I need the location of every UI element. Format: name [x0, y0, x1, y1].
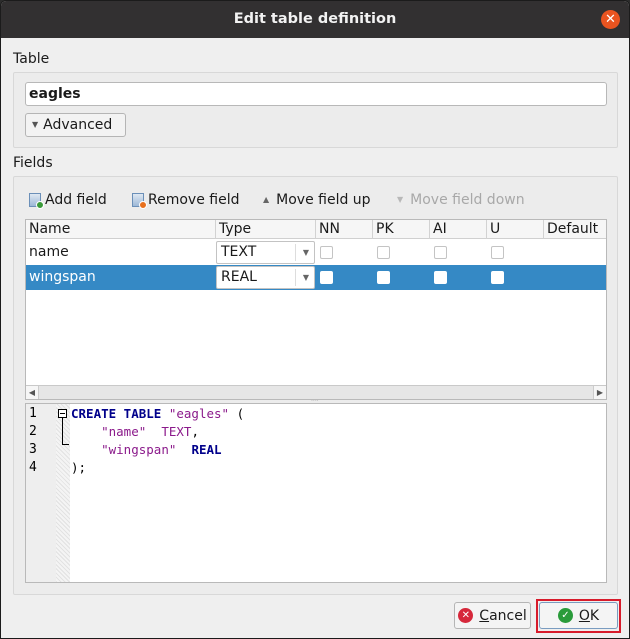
field-type-select[interactable]: REAL ▼ [216, 266, 315, 289]
ai-checkbox[interactable] [434, 246, 447, 259]
horizontal-scrollbar[interactable]: ◀ ▶ [26, 385, 606, 399]
code-line: "wingspan" REAL [71, 441, 222, 459]
disclosure-triangle-icon: ▼ [32, 120, 39, 129]
fold-collapse-icon[interactable] [58, 409, 67, 418]
nn-checkbox[interactable] [320, 246, 333, 259]
sql-string: "eagles" [168, 406, 230, 421]
u-checkbox[interactable] [491, 271, 504, 284]
code-line: CREATE TABLE "eagles" ( [71, 405, 244, 423]
field-default-cell[interactable] [544, 240, 547, 265]
field-default-cell[interactable] [544, 265, 547, 290]
code-line: ); [71, 459, 86, 477]
field-name-cell[interactable]: wingspan [26, 265, 96, 290]
arrow-down-icon: ▼ [397, 195, 404, 204]
ai-checkbox[interactable] [434, 271, 447, 284]
scroll-left-icon[interactable]: ◀ [26, 386, 39, 399]
advanced-button[interactable]: ▼ Advanced [25, 113, 126, 137]
sql-string: "wingspan" [101, 442, 177, 457]
add-field-button[interactable]: Add field [28, 190, 107, 210]
sql-editor[interactable]: 1 2 3 4 CREATE TABLE "eagles" ( "name" T… [25, 403, 607, 583]
sql-punct: ( [229, 406, 245, 421]
column-header-u[interactable]: U [487, 220, 544, 239]
line-number: 3 [29, 442, 37, 457]
column-header-type[interactable]: Type [216, 220, 316, 239]
ok-label: OK [578, 607, 600, 624]
chevron-down-icon: ▼ [302, 273, 309, 282]
table-section-label: Table [13, 51, 50, 67]
fold-end [62, 444, 69, 445]
cancel-button[interactable]: ✕ Cancel [454, 602, 531, 629]
add-field-label: Add field [45, 192, 107, 208]
remove-field-button[interactable]: Remove field [131, 190, 239, 210]
sql-type: TEXT [161, 424, 192, 439]
code-line: "name" TEXT, [71, 423, 199, 441]
cancel-label: Cancel [479, 607, 527, 624]
fold-margin [56, 404, 70, 582]
column-header-nn[interactable]: NN [316, 220, 373, 239]
dialog-title: Edit table definition [233, 11, 397, 27]
sql-punct: ); [71, 460, 87, 475]
table-row[interactable]: name TEXT ▼ [26, 240, 606, 265]
move-field-up-button[interactable]: ▲ Move field up [263, 190, 371, 210]
chevron-down-icon: ▼ [302, 248, 309, 257]
sql-keyword: REAL [191, 442, 222, 457]
cancel-icon: ✕ [458, 608, 474, 623]
line-number: 2 [29, 424, 37, 439]
check-icon: ✓ [557, 608, 573, 623]
advanced-label: Advanced [43, 117, 113, 133]
close-button[interactable]: ✕ [601, 10, 620, 29]
nn-checkbox[interactable] [320, 271, 333, 284]
column-header-ai[interactable]: AI [430, 220, 487, 239]
column-header-name[interactable]: Name [26, 220, 216, 239]
sql-keyword: CREATE TABLE [71, 406, 162, 421]
arrow-up-icon: ▲ [263, 195, 270, 204]
sql-string: "name" [101, 424, 147, 439]
remove-field-label: Remove field [148, 192, 240, 208]
move-field-down-button[interactable]: ▼ Move field down [397, 190, 525, 210]
field-name-cell[interactable]: name [26, 240, 69, 265]
u-checkbox[interactable] [491, 246, 504, 259]
scroll-right-icon[interactable]: ▶ [593, 386, 606, 399]
pk-checkbox[interactable] [377, 246, 390, 259]
table-row-selected[interactable]: wingspan REAL ▼ [26, 265, 606, 290]
fields-table: Name Type NN PK AI U Default name TEXT ▼… [25, 219, 607, 400]
table-name-input[interactable]: eagles [25, 82, 607, 106]
column-header-default[interactable]: Default [544, 220, 606, 239]
move-up-label: Move field up [276, 192, 371, 208]
sql-punct: , [191, 424, 199, 439]
ok-button[interactable]: ✓ OK [539, 602, 618, 629]
title-bar: Edit table definition ✕ [1, 1, 629, 38]
fields-section-label: Fields [13, 155, 53, 171]
edit-table-dialog: Edit table definition ✕ Table eagles ▼ Ad… [0, 0, 630, 639]
field-type-select[interactable]: TEXT ▼ [216, 241, 315, 264]
pk-checkbox[interactable] [377, 271, 390, 284]
line-number: 1 [29, 406, 37, 421]
line-number-gutter: 1 2 3 4 [26, 404, 56, 582]
table-header: Name Type NN PK AI U Default [26, 220, 606, 239]
column-header-pk[interactable]: PK [373, 220, 430, 239]
move-down-label: Move field down [410, 192, 525, 208]
add-field-icon [28, 192, 44, 209]
close-icon: ✕ [605, 12, 616, 27]
line-number: 4 [29, 460, 37, 475]
remove-field-icon [131, 192, 147, 209]
field-type-value: TEXT [221, 244, 257, 260]
fold-line [62, 418, 63, 444]
field-type-value: REAL [221, 269, 257, 285]
